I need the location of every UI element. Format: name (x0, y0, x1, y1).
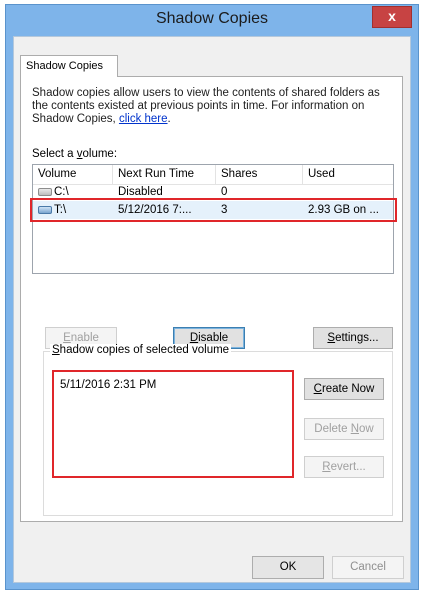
shadow-copies-groupbox: Shadow copies of selected volume 5/11/20… (43, 344, 393, 516)
select-volume-label: Select a volume: (32, 148, 118, 160)
column-header-volume[interactable]: Volume (33, 165, 113, 184)
shadow-copy-list[interactable]: 5/11/2016 2:31 PM (52, 370, 294, 478)
drive-icon (38, 187, 52, 196)
shadow-copies-group-label: Shadow copies of selected volume (50, 344, 232, 356)
description-text: Shadow copies allow users to view the co… (32, 87, 394, 126)
volume-list-header: Volume Next Run Time Shares Used (33, 165, 393, 185)
dialog-client-area: Shadow Copies Shadow copies allow users … (13, 36, 411, 583)
volume-list[interactable]: Volume Next Run Time Shares Used C:\ Dis… (30, 164, 397, 274)
title-bar[interactable]: Shadow Copies x (6, 5, 418, 35)
cancel-button[interactable]: Cancel (332, 556, 404, 579)
settings-button[interactable]: Settings... (313, 327, 393, 349)
ok-button[interactable]: OK (252, 556, 324, 579)
description-end: . (167, 113, 171, 125)
column-header-used[interactable]: Used (303, 165, 393, 184)
description-body: Shadow copies allow users to view the co… (32, 87, 380, 125)
column-header-shares[interactable]: Shares (216, 165, 303, 184)
column-header-next-run-time[interactable]: Next Run Time (113, 165, 216, 184)
close-button[interactable]: x (372, 6, 412, 28)
click-here-link[interactable]: click here (119, 113, 168, 125)
delete-now-button[interactable]: Delete Now (304, 418, 384, 440)
create-now-button[interactable]: Create Now (304, 378, 384, 400)
window-title: Shadow Copies (155, 10, 269, 27)
shadow-copy-item[interactable]: 5/11/2016 2:31 PM (60, 379, 156, 391)
tab-shadow-copies[interactable]: Shadow Copies (20, 55, 118, 77)
tab-panel: Shadow copies allow users to view the co… (20, 76, 403, 522)
highlight-box-selected-volume (30, 198, 397, 222)
shadow-copies-dialog: Shadow Copies x Shadow Copies Shadow cop… (5, 4, 419, 590)
revert-button[interactable]: Revert... (304, 456, 384, 478)
